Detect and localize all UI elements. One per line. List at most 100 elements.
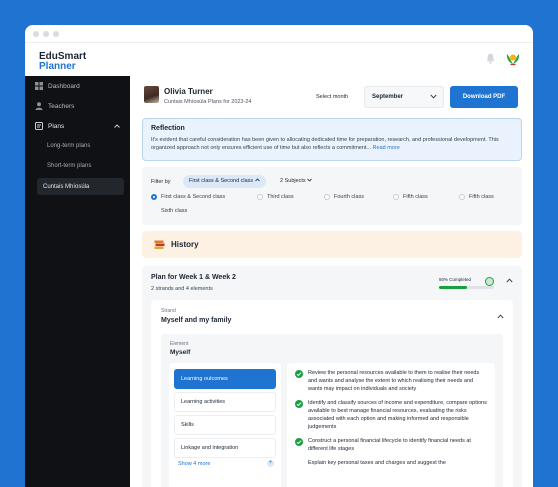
sidebar-subitem-short-term-plans[interactable]: Short-term plans [25,156,130,176]
element-card: Element Myself Learning outcomes Learnin… [161,334,503,487]
teacher-header: Olivia Turner Cuntais Mhíosúla Plans for… [142,76,522,116]
progress-fill [439,286,467,289]
window-dot[interactable] [43,31,49,37]
class-radio[interactable]: Fifth class [393,194,428,200]
reflection-body: It’s evident that careful consideration … [151,137,499,151]
teacher-name: Olivia Turner [164,87,213,96]
progress-bar [439,286,494,289]
reflection-card: Reflection It’s evident that careful con… [142,118,522,161]
sidebar-nav: Dashboard Teachers Plans Long-term plans… [25,76,130,197]
class-radio[interactable]: First class & Second class [151,194,225,200]
check-circle-icon [295,370,303,378]
chevron-down-icon [307,178,313,182]
outcome-text: Explain key personal taxes and charges a… [308,460,446,466]
plan-subtitle: 2 strands and 4 elements [151,286,213,292]
avatar [144,86,159,103]
plan-title: Plan for Week 1 & Week 2 [151,274,236,281]
element-label: Element [170,341,189,347]
chevron-up-icon[interactable] [506,278,513,283]
radio-icon [257,194,263,200]
class-radio-label: Third class [267,194,294,200]
class-radio[interactable]: Sixth class [151,208,187,214]
sidebar-item-dashboard[interactable]: Dashboard [25,76,130,96]
reflection-text: It’s evident that careful consideration … [151,136,513,152]
element-tabs: Learning outcomes Learning activities Sk… [169,363,281,487]
read-more-link[interactable]: Read more [373,145,400,151]
download-pdf-button[interactable]: Download PDF [450,86,518,108]
class-radio[interactable]: Third class [257,194,294,200]
window-dot[interactable] [53,31,59,37]
history-section[interactable]: History [142,231,522,258]
tab-learning-activities[interactable]: Learning activities [174,392,276,412]
window-dot[interactable] [33,31,39,37]
list-item: Review the personal resources available … [295,369,487,393]
app-logo[interactable]: EduSmart Planner [25,43,130,76]
window-titlebar [25,25,533,43]
subjects-filter-chip[interactable]: 2 Subjects [276,175,316,188]
list-item: Construct a personal financial lifecycle… [295,437,487,453]
radio-icon [151,208,157,214]
plans-subtitle: Cuntais Mhíosúla Plans for 2023-24 [164,99,252,105]
list-item: Identify and classify sources of income … [295,399,487,431]
chevron-down-icon [430,94,437,99]
app-window: EduSmart Planner Dashboard Teachers Plan… [25,25,533,487]
user-icon [35,102,43,110]
sidebar-subitem-long-term-plans[interactable]: Long-term plans [25,136,130,156]
filter-panel: Filter by First class & Second class 2 S… [142,167,522,225]
progress-status-icon [485,277,494,286]
school-crest-icon[interactable] [505,51,521,66]
element-title: Myself [170,349,191,356]
history-title: History [171,240,199,249]
month-select[interactable]: September [364,86,444,108]
reflection-title: Reflection [151,125,185,132]
class-radio-label: First class & Second class [161,194,226,200]
radio-selected-icon [151,194,157,200]
logo-line-2: Planner [39,61,76,72]
sidebar-item-label: Teachers [48,102,75,110]
outcome-text: Identify and classify sources of income … [308,400,487,430]
sidebar-item-teachers[interactable]: Teachers [25,96,130,116]
chevron-up-icon[interactable] [114,124,120,128]
radio-icon [324,194,330,200]
class-radio-label: Fourth class [334,194,364,200]
dashboard-icon [35,82,43,90]
outcome-text: Review the personal resources available … [308,370,480,392]
list-item: Explain key personal taxes and charges a… [295,459,487,467]
show-more-label: Show 4 more [178,461,211,467]
show-more-link[interactable]: Show 4 more + [174,460,276,467]
class-filter-chip[interactable]: First class & Second class [183,175,266,188]
class-radio-label: Fifth class [403,194,428,200]
class-radio-label: Fifth class [469,194,494,200]
class-radio-label: Sixth class [161,208,188,214]
strand-card: Strand Myself and my family Element Myse… [151,300,513,487]
class-filter-chip-label: First class & Second class [189,178,254,184]
bell-icon[interactable] [486,53,495,64]
plus-icon: + [267,460,274,467]
history-book-icon [154,240,165,249]
chevron-up-icon [254,178,260,182]
plan-card: Plan for Week 1 & Week 2 2 strands and 4… [142,266,522,487]
sidebar-item-label: Plans [48,122,65,130]
radio-icon [393,194,399,200]
tab-linkage-integration[interactable]: Linkage and integration [174,438,276,458]
select-month-label: Select month [316,94,349,100]
sidebar-subitem-cuntais-mhiosula[interactable]: Cuntais Mhíosúla [37,178,124,195]
sidebar: EduSmart Planner Dashboard Teachers Plan… [25,43,130,487]
filter-label: Filter by [151,179,171,185]
learning-outcomes-list: Review the personal resources available … [287,363,495,487]
check-circle-icon [295,438,303,446]
class-radio[interactable]: Fifth class [459,194,494,200]
subjects-filter-chip-label: 2 Subjects [280,178,306,184]
outcome-text: Construct a personal financial lifecycle… [308,438,471,452]
chevron-up-icon[interactable] [497,314,504,319]
month-select-value: September [372,94,404,100]
tab-learning-outcomes[interactable]: Learning outcomes [174,369,276,389]
strand-label: Strand [161,308,176,314]
strand-title: Myself and my family [161,317,232,324]
sidebar-item-plans[interactable]: Plans [25,116,130,136]
class-radio[interactable]: Fourth class [324,194,364,200]
tab-skills[interactable]: Skills [174,415,276,435]
radio-icon [459,194,465,200]
top-bar [130,43,533,76]
